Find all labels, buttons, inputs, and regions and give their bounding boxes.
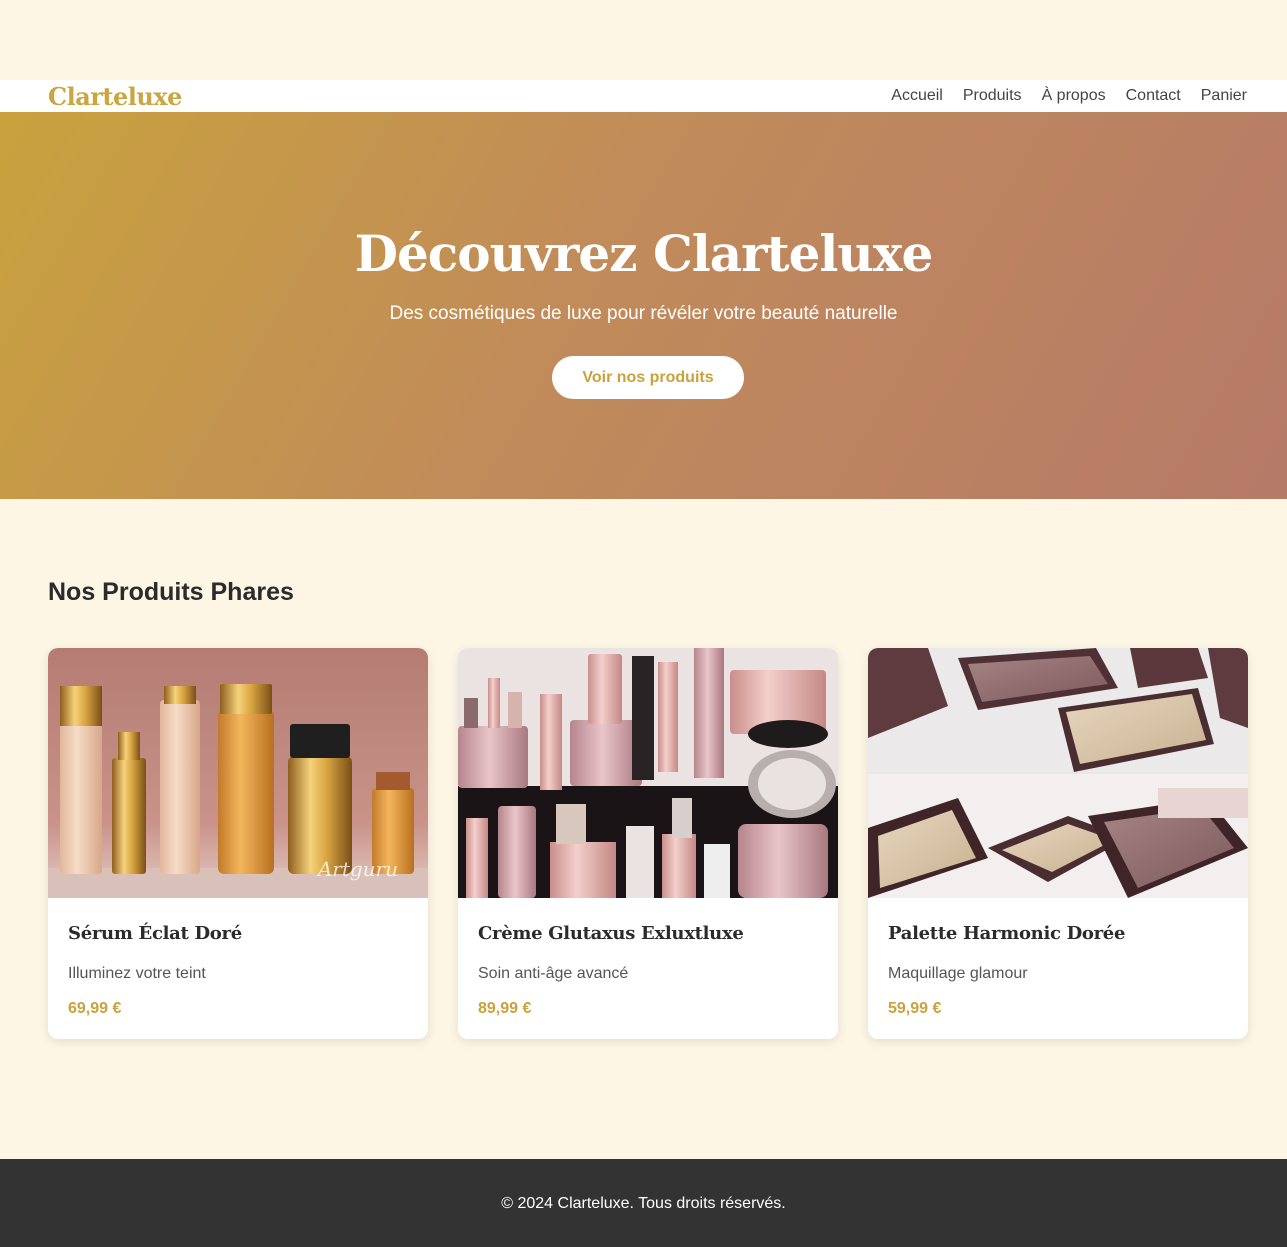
product-card-serum[interactable]: Artguru Sérum Éclat Doré Illuminez votre… [48, 648, 428, 1039]
product-description: Illuminez votre teint [68, 965, 206, 982]
nav-link-panier[interactable]: Panier [1201, 87, 1247, 105]
product-image-creme[interactable] [458, 648, 838, 898]
hero-subtitle: Des cosmétiques de luxe pour révéler vot… [389, 303, 898, 324]
product-price: 69,99 € [68, 1000, 122, 1017]
hero-title: Découvrez Clarteluxe [354, 224, 934, 283]
cream-jars-illustration [458, 648, 838, 898]
site-footer: © 2024 Clarteluxe. Tous droits réservés. [0, 1159, 1287, 1247]
palette-boxes-illustration [868, 648, 1248, 898]
nav-link-accueil[interactable]: Accueil [891, 87, 943, 105]
serum-bottles-illustration: Artguru [48, 648, 428, 898]
site-logo[interactable]: Clarteluxe [48, 82, 182, 111]
product-description: Soin anti-âge avancé [478, 965, 629, 982]
product-image-serum[interactable]: Artguru [48, 648, 428, 898]
product-name[interactable]: Sérum Éclat Doré [68, 923, 242, 944]
nav-links: Accueil Produits À propos Contact Panier [891, 87, 1247, 105]
nav-link-contact[interactable]: Contact [1126, 87, 1181, 105]
product-name[interactable]: Palette Harmonic Dorée [888, 923, 1125, 944]
product-name[interactable]: Crème Glutaxus Exluxtluxe [478, 923, 744, 944]
product-description: Maquillage glamour [888, 965, 1028, 982]
navbar: Clarteluxe Accueil Produits À propos Con… [0, 80, 1287, 112]
view-products-button[interactable]: Voir nos produits [552, 356, 744, 399]
image-watermark: Artguru [316, 857, 398, 881]
product-card-palette[interactable]: Palette Harmonic Dorée Maquillage glamou… [868, 648, 1248, 1039]
hero-banner: Découvrez Clarteluxe Des cosmétiques de … [0, 112, 1287, 499]
nav-link-a-propos[interactable]: À propos [1042, 87, 1106, 105]
nav-link-produits[interactable]: Produits [963, 87, 1022, 105]
product-price: 59,99 € [888, 1000, 942, 1017]
product-price: 89,99 € [478, 1000, 532, 1017]
section-title: Nos Produits Phares [48, 578, 294, 606]
product-card-creme[interactable]: Crème Glutaxus Exluxtluxe Soin anti-âge … [458, 648, 838, 1039]
footer-copyright: © 2024 Clarteluxe. Tous droits réservés. [501, 1195, 786, 1212]
product-image-palette[interactable] [868, 648, 1248, 898]
